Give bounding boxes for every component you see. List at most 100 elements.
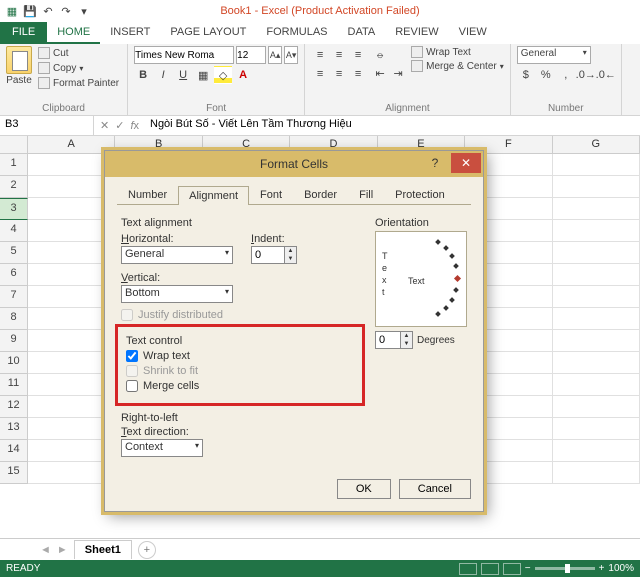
tab-insert[interactable]: INSERT bbox=[100, 22, 160, 44]
dialog-tab-font[interactable]: Font bbox=[249, 185, 293, 204]
decrease-indent-button[interactable]: ⇤ bbox=[371, 64, 389, 82]
align-bottom-button[interactable]: ≡ bbox=[349, 46, 367, 64]
align-right-button[interactable]: ≡ bbox=[349, 65, 367, 83]
row-header[interactable]: 5 bbox=[0, 242, 28, 264]
cell[interactable] bbox=[28, 462, 115, 484]
dialog-tab-number[interactable]: Number bbox=[117, 185, 178, 204]
zoom-in-button[interactable]: + bbox=[599, 563, 605, 574]
format-painter-button[interactable]: Format Painter bbox=[36, 76, 121, 90]
redo-icon[interactable]: ↷ bbox=[58, 3, 74, 19]
view-layout-button[interactable] bbox=[481, 563, 499, 575]
ok-button[interactable]: OK bbox=[337, 479, 391, 499]
cell[interactable] bbox=[28, 264, 115, 286]
underline-button[interactable]: U bbox=[174, 66, 192, 84]
enter-formula-icon[interactable]: ✓ bbox=[115, 119, 124, 132]
font-color-button[interactable]: A bbox=[234, 66, 252, 84]
row-header[interactable]: 15 bbox=[0, 462, 28, 484]
merge-cells-checkbox[interactable]: Merge cells bbox=[126, 380, 354, 392]
dialog-help-button[interactable]: ? bbox=[423, 153, 447, 173]
align-middle-button[interactable]: ≡ bbox=[330, 46, 348, 64]
cell[interactable] bbox=[28, 418, 115, 440]
row-header[interactable]: 12 bbox=[0, 396, 28, 418]
cell[interactable] bbox=[553, 220, 640, 242]
indent-spinner[interactable]: ▲▼ bbox=[285, 246, 297, 264]
cell[interactable] bbox=[553, 330, 640, 352]
percent-button[interactable]: % bbox=[537, 66, 555, 84]
dialog-tab-fill[interactable]: Fill bbox=[348, 185, 384, 204]
formula-input[interactable]: Ngòi Bút Số - Viết Lên Tầm Thương Hiệu bbox=[145, 116, 640, 135]
align-left-button[interactable]: ≡ bbox=[311, 65, 329, 83]
row-header[interactable]: 3 bbox=[0, 198, 28, 220]
cell[interactable] bbox=[28, 154, 115, 176]
bold-button[interactable]: B bbox=[134, 66, 152, 84]
decrease-font-button[interactable]: A▾ bbox=[284, 46, 298, 64]
cell[interactable] bbox=[553, 176, 640, 198]
cell[interactable] bbox=[28, 242, 115, 264]
cell[interactable] bbox=[553, 308, 640, 330]
degrees-input[interactable] bbox=[375, 331, 401, 349]
orientation-control[interactable]: Text Text bbox=[375, 231, 467, 327]
indent-input[interactable] bbox=[251, 246, 285, 264]
cell[interactable] bbox=[28, 440, 115, 462]
italic-button[interactable]: I bbox=[154, 66, 172, 84]
tab-data[interactable]: DATA bbox=[338, 22, 386, 44]
row-header[interactable]: 6 bbox=[0, 264, 28, 286]
cell[interactable] bbox=[553, 440, 640, 462]
cell[interactable] bbox=[553, 462, 640, 484]
paste-button[interactable]: Paste bbox=[6, 46, 32, 86]
horizontal-combo[interactable]: General▾ bbox=[121, 246, 233, 264]
dialog-tab-protection[interactable]: Protection bbox=[384, 185, 456, 204]
cancel-button[interactable]: Cancel bbox=[399, 479, 471, 499]
cell[interactable] bbox=[553, 374, 640, 396]
row-header[interactable]: 11 bbox=[0, 374, 28, 396]
row-header[interactable]: 14 bbox=[0, 440, 28, 462]
tab-page-layout[interactable]: PAGE LAYOUT bbox=[160, 22, 256, 44]
text-direction-combo[interactable]: Context▾ bbox=[121, 439, 203, 457]
merge-center-button[interactable]: Merge & Center▾ bbox=[411, 60, 504, 72]
zoom-out-button[interactable]: − bbox=[525, 563, 531, 574]
add-sheet-button[interactable]: + bbox=[138, 541, 156, 559]
tab-review[interactable]: REVIEW bbox=[385, 22, 448, 44]
sheet-tab[interactable]: Sheet1 bbox=[74, 540, 132, 559]
cell[interactable] bbox=[553, 198, 640, 220]
view-normal-button[interactable] bbox=[459, 563, 477, 575]
cell[interactable] bbox=[28, 374, 115, 396]
comma-button[interactable]: , bbox=[557, 66, 575, 84]
cell[interactable] bbox=[28, 220, 115, 242]
increase-decimal-button[interactable]: .0→ bbox=[577, 66, 595, 84]
dialog-titlebar[interactable]: Format Cells ? ✕ bbox=[105, 151, 483, 177]
cell[interactable] bbox=[28, 330, 115, 352]
cell[interactable] bbox=[28, 286, 115, 308]
tab-home[interactable]: HOME bbox=[47, 22, 100, 44]
save-icon[interactable]: 💾 bbox=[22, 3, 38, 19]
wrap-text-button[interactable]: Wrap Text bbox=[411, 46, 504, 58]
name-box[interactable]: B3 bbox=[0, 116, 94, 135]
row-header[interactable]: 9 bbox=[0, 330, 28, 352]
align-top-button[interactable]: ≡ bbox=[311, 46, 329, 64]
cell[interactable] bbox=[28, 352, 115, 374]
row-header[interactable]: 13 bbox=[0, 418, 28, 440]
increase-font-button[interactable]: A▴ bbox=[268, 46, 282, 64]
orientation-button[interactable]: ⦵ bbox=[371, 46, 389, 64]
sheet-nav-prev-icon[interactable]: ◄ bbox=[40, 544, 51, 556]
col-header[interactable]: G bbox=[553, 136, 640, 154]
fill-color-button[interactable]: ◇ bbox=[214, 66, 232, 84]
row-header[interactable]: 2 bbox=[0, 176, 28, 198]
cell[interactable] bbox=[28, 198, 115, 220]
cell[interactable] bbox=[553, 242, 640, 264]
dialog-tab-alignment[interactable]: Alignment bbox=[178, 186, 249, 205]
align-center-button[interactable]: ≡ bbox=[330, 65, 348, 83]
select-all-corner[interactable] bbox=[0, 136, 28, 154]
fx-icon[interactable]: fx bbox=[130, 120, 139, 132]
tab-view[interactable]: VIEW bbox=[449, 22, 497, 44]
vertical-combo[interactable]: Bottom▾ bbox=[121, 285, 233, 303]
decrease-decimal-button[interactable]: .0← bbox=[597, 66, 615, 84]
dialog-tab-border[interactable]: Border bbox=[293, 185, 348, 204]
cell[interactable] bbox=[28, 176, 115, 198]
copy-button[interactable]: Copy▾ bbox=[36, 61, 121, 75]
sheet-nav-next-icon[interactable]: ► bbox=[57, 544, 68, 556]
cell[interactable] bbox=[28, 308, 115, 330]
accounting-format-button[interactable]: $ bbox=[517, 66, 535, 84]
row-header[interactable]: 8 bbox=[0, 308, 28, 330]
row-header[interactable]: 10 bbox=[0, 352, 28, 374]
